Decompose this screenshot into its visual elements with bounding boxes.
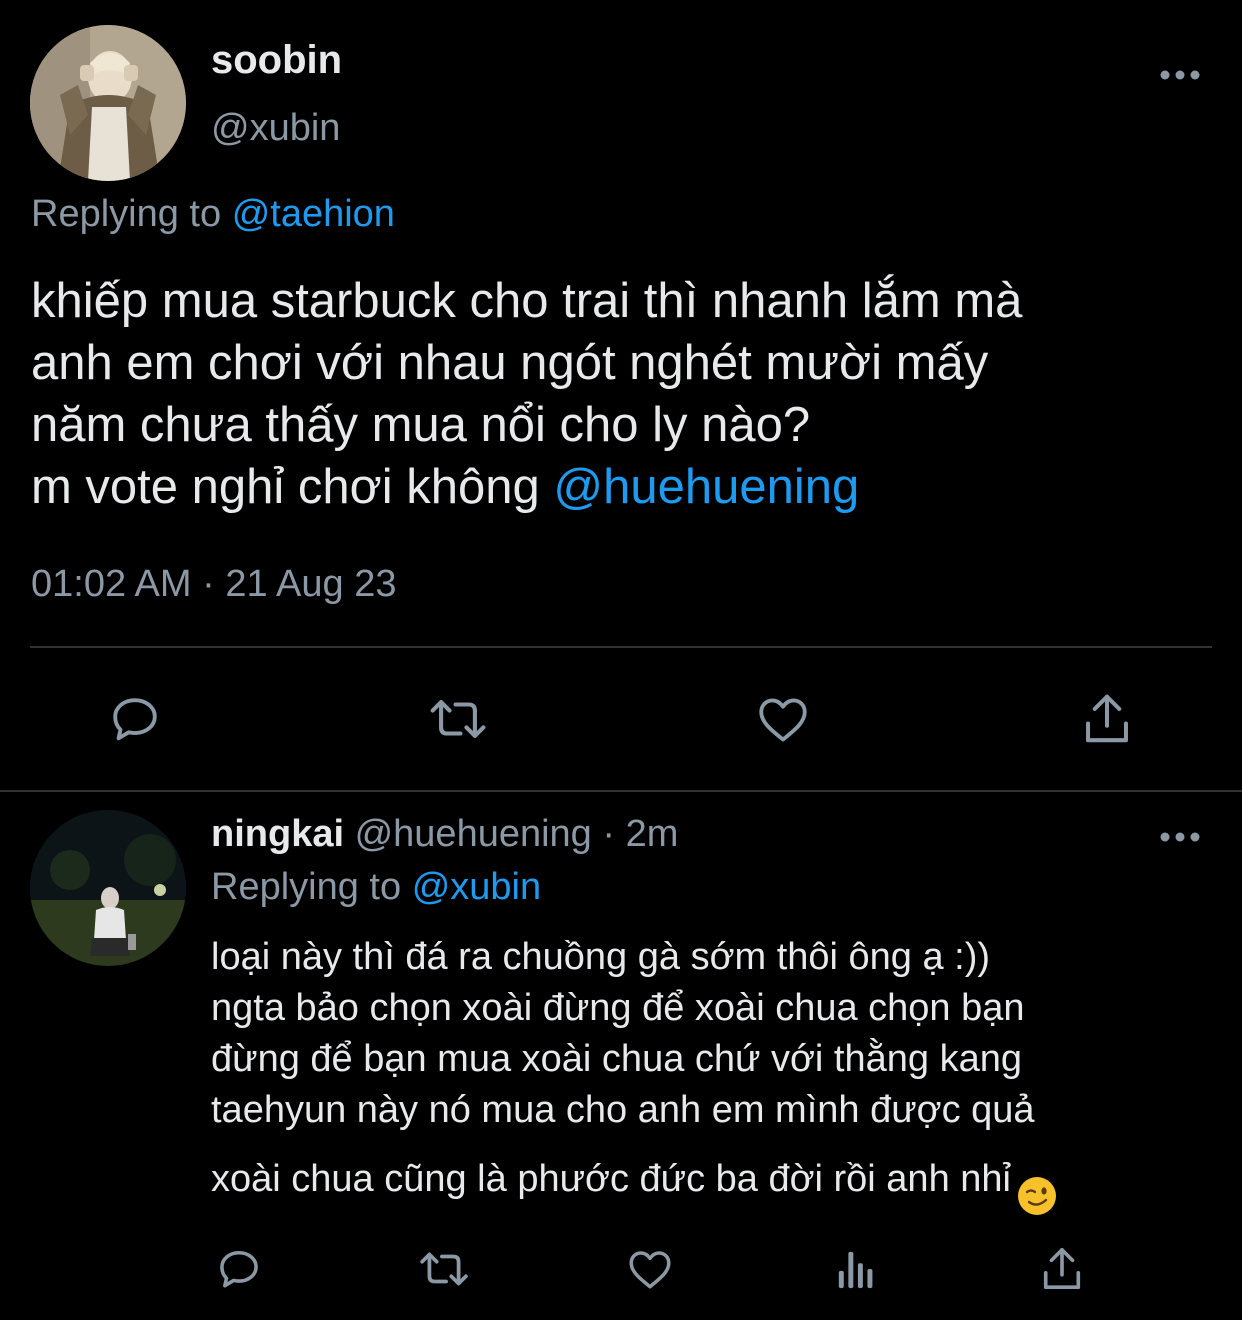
- replying-to-mention[interactable]: @xubin: [412, 866, 541, 908]
- tweet-text-line: loại này thì đá ra chuồng gà sớm thôi ôn…: [211, 936, 991, 978]
- reply-header: ningkai @huehuening · 2m: [211, 813, 678, 856]
- timestamp[interactable]: 01:02 AM · 21 Aug 23: [31, 563, 397, 606]
- tweet-text-line: năm chưa thấy mua nổi cho ly nào?: [31, 398, 811, 452]
- avatar-image: [30, 810, 186, 966]
- reply-icon[interactable]: [214, 1244, 264, 1294]
- retweet-icon[interactable]: [425, 690, 491, 748]
- tweet-text-segment: m vote nghỉ chơi không: [31, 460, 554, 514]
- display-name[interactable]: soobin: [211, 38, 342, 83]
- share-icon[interactable]: [1039, 1244, 1085, 1294]
- display-name[interactable]: ningkai: [211, 813, 344, 855]
- handle[interactable]: @xubin: [211, 107, 340, 150]
- tweet-text-line: đừng để bạn mua xoài chua chứ với thằng …: [211, 1038, 1022, 1080]
- avatar[interactable]: [30, 810, 186, 966]
- replying-to-mention[interactable]: @taehion: [232, 193, 395, 235]
- handle-and-time[interactable]: @huehuening · 2m: [344, 813, 679, 855]
- mention-link[interactable]: @huehuening: [553, 460, 859, 514]
- tweet-text-line: taehyun này nó mua cho anh em mình được …: [211, 1089, 1035, 1131]
- retweet-icon[interactable]: [415, 1244, 473, 1294]
- winking-face-emoji: [1017, 1161, 1057, 1215]
- reply-icon[interactable]: [106, 690, 164, 748]
- avatar-image: [30, 25, 186, 181]
- tweet-text: khiếp mua starbuck cho trai thì nhanh lắ…: [31, 270, 1211, 518]
- divider: [0, 790, 1242, 792]
- analytics-icon[interactable]: [834, 1248, 878, 1290]
- more-options-icon[interactable]: [1158, 830, 1202, 844]
- replying-to: Replying to @taehion: [31, 193, 395, 236]
- tweet-text-line: anh em chơi với nhau ngót nghét mười mấy: [31, 336, 989, 390]
- tweet-text-line: m vote nghỉ chơi không @huehuening: [31, 456, 1211, 518]
- replying-to-label: Replying to: [31, 193, 222, 235]
- tweet-text-line: ngta bảo chọn xoài đừng để xoài chua chọ…: [211, 987, 1025, 1029]
- tweet-text: loại này thì đá ra chuồng gà sớm thôi ôn…: [211, 932, 1211, 1215]
- avatar[interactable]: [30, 25, 186, 181]
- like-icon[interactable]: [753, 690, 813, 748]
- replying-to: Replying to @xubin: [211, 866, 541, 909]
- replying-to-label: Replying to: [211, 866, 402, 908]
- divider: [30, 646, 1212, 648]
- tweet-text-segment: xoài chua cũng là phước đức ba đời rồi a…: [211, 1158, 1011, 1200]
- tweet-text-line: khiếp mua starbuck cho trai thì nhanh lắ…: [31, 274, 1023, 328]
- like-icon[interactable]: [624, 1244, 676, 1294]
- more-options-icon[interactable]: [1158, 68, 1202, 82]
- share-icon[interactable]: [1080, 690, 1134, 748]
- tweet-text-line: xoài chua cũng là phước đức ba đời rồi a…: [211, 1136, 1211, 1215]
